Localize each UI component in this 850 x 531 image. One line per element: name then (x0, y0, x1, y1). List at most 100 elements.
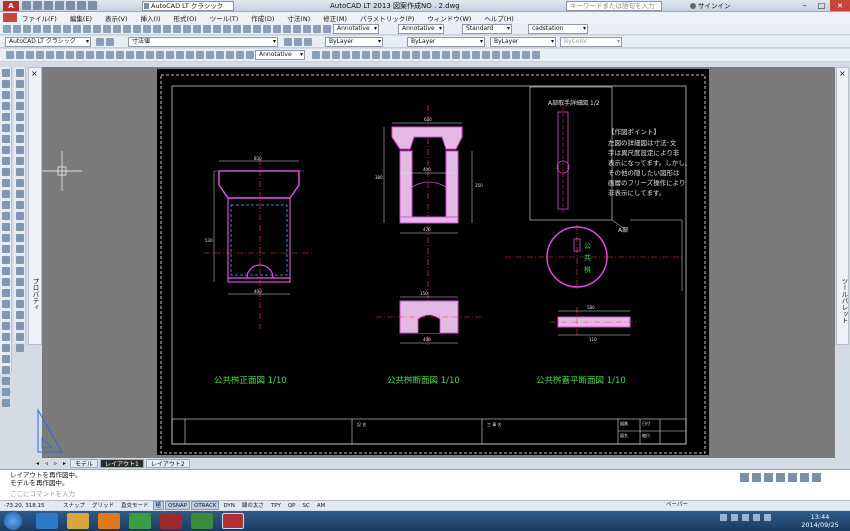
cut-icon[interactable] (63, 25, 71, 33)
ellipse-arc-icon[interactable] (2, 179, 10, 187)
palettes-icon[interactable] (183, 25, 191, 33)
paste-icon[interactable] (83, 25, 91, 33)
menu-dimension[interactable]: 寸法(N) (287, 13, 310, 23)
dim-linear-icon[interactable] (86, 51, 94, 59)
new-icon[interactable] (22, 1, 31, 10)
grid-toggle[interactable]: グリッド (89, 501, 117, 510)
properties-palette-collapsed[interactable]: × プロパティ (28, 67, 42, 345)
clock[interactable]: 13:44 2014/09/25 (792, 513, 848, 529)
spell-icon[interactable] (2, 300, 10, 308)
extend-icon[interactable] (16, 179, 24, 187)
scale-icon[interactable] (382, 51, 390, 59)
lengthen-icon[interactable] (16, 278, 24, 286)
dim-arc-icon[interactable] (106, 51, 114, 59)
search-input[interactable]: キーワードまたは語句を入力 (566, 1, 662, 11)
measure-icon[interactable] (303, 25, 311, 33)
osnap-intersection-icon[interactable] (522, 51, 530, 59)
tolerance-icon[interactable] (206, 51, 214, 59)
menu-parametric[interactable]: パラメトリック(P) (360, 13, 414, 23)
dim-radius-icon[interactable] (126, 51, 134, 59)
field-icon[interactable] (2, 344, 10, 352)
open-icon[interactable] (33, 1, 42, 10)
close-button[interactable]: × (830, 0, 850, 11)
signin-button[interactable]: サインイン (690, 1, 731, 11)
zoom-icon[interactable] (133, 25, 141, 33)
table-icon[interactable] (253, 25, 261, 33)
offset-icon[interactable] (16, 102, 24, 110)
dim-diameter-icon[interactable] (136, 51, 144, 59)
layer-previous-icon[interactable] (294, 38, 302, 46)
trim-icon[interactable] (16, 168, 24, 176)
break-point-icon[interactable] (16, 190, 24, 198)
line-icon[interactable] (6, 51, 14, 59)
gradient-icon[interactable] (2, 234, 10, 242)
tpy-toggle[interactable]: TPY (268, 501, 284, 510)
dim-aligned-icon[interactable] (96, 51, 104, 59)
lineweight-toggle[interactable]: 線の太さ (239, 501, 267, 510)
polyline-icon[interactable] (16, 51, 24, 59)
mirror-icon[interactable] (16, 91, 24, 99)
ime-icon[interactable] (764, 514, 771, 521)
mleader-icon[interactable] (263, 25, 271, 33)
hatch-icon[interactable] (273, 25, 281, 33)
polyline-icon[interactable] (2, 91, 10, 99)
layer-state-icon[interactable] (304, 38, 312, 46)
table-icon[interactable] (2, 256, 10, 264)
tab-last-icon[interactable]: ▸ (61, 460, 68, 467)
ellipse-icon[interactable] (2, 168, 10, 176)
underline-icon[interactable] (2, 377, 10, 385)
ortho-toggle[interactable]: 直交モード (118, 501, 152, 510)
workspace-selector[interactable]: AutoCAD LT クラシック (142, 1, 234, 11)
menu-insert[interactable]: 挿入(I) (141, 13, 161, 23)
match-icon[interactable] (93, 25, 101, 33)
minimize-button[interactable]: – (796, 0, 813, 11)
rectangle-icon[interactable] (2, 113, 10, 121)
otrack-toggle[interactable]: OTRACK (191, 501, 220, 510)
explorer-icon[interactable] (67, 513, 89, 529)
annotation-scale-icon[interactable] (752, 473, 761, 482)
zoom-window-icon[interactable] (143, 25, 151, 33)
rectangle-icon[interactable] (46, 51, 54, 59)
explode-icon[interactable] (16, 256, 24, 264)
dim-style-combo[interactable]: Annotative (398, 24, 444, 34)
block-icon[interactable] (283, 25, 291, 33)
copy-icon[interactable] (16, 80, 24, 88)
mtext-icon[interactable] (2, 267, 10, 275)
jog-icon[interactable] (236, 51, 244, 59)
settings-icon[interactable] (96, 38, 104, 46)
osnap-midpoint-icon[interactable] (482, 51, 490, 59)
tab-layout2[interactable]: レイアウト2 (145, 458, 190, 468)
dim-baseline-icon[interactable] (166, 51, 174, 59)
preview-icon[interactable] (43, 25, 51, 33)
menu-window[interactable]: ウィンドウ(W) (427, 13, 471, 23)
table-style-combo[interactable]: cadstation (528, 24, 588, 34)
copy-obj-icon[interactable] (322, 51, 330, 59)
make-current-icon[interactable] (284, 38, 292, 46)
osnap-node-icon[interactable] (502, 51, 510, 59)
lineweight-combo[interactable]: ByLayer (490, 37, 556, 47)
plot-icon[interactable] (66, 1, 75, 10)
annotation-scale-combo[interactable]: Annotative (333, 24, 379, 34)
workspace-combo[interactable]: AutoCAD LT クラシック (5, 37, 91, 47)
arrange-icon[interactable] (2, 355, 10, 363)
markup-icon[interactable] (203, 25, 211, 33)
autocad-taskbar-icon[interactable] (222, 513, 244, 529)
match-icon[interactable] (16, 322, 24, 330)
redo-icon[interactable] (113, 25, 121, 33)
center-mark-icon[interactable] (216, 51, 224, 59)
dim-continue-icon[interactable] (176, 51, 184, 59)
insert-block-icon[interactable] (2, 190, 10, 198)
text-icon[interactable] (233, 25, 241, 33)
designcenter-icon[interactable] (173, 25, 181, 33)
redo-icon[interactable] (88, 1, 97, 10)
trim-icon[interactable] (402, 51, 410, 59)
maximize-button[interactable]: □ (813, 0, 830, 11)
calc-icon[interactable] (213, 25, 221, 33)
dim-icon[interactable] (243, 25, 251, 33)
start-button[interactable] (4, 512, 22, 530)
isolate-icon[interactable] (800, 473, 809, 482)
am-toggle[interactable]: AM (314, 501, 329, 510)
menu-edit[interactable]: 編集(E) (70, 13, 92, 23)
chrome-icon[interactable] (129, 513, 151, 529)
polygon-icon[interactable] (56, 51, 64, 59)
